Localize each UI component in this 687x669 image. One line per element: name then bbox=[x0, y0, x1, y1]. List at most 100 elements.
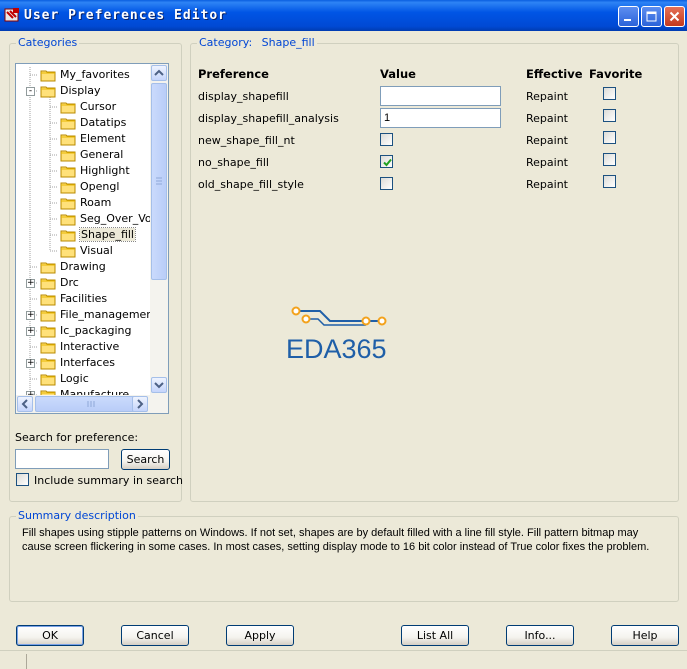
folder-icon bbox=[40, 262, 56, 274]
list-all-button[interactable]: List All bbox=[401, 625, 469, 646]
summary-legend: Summary description bbox=[16, 509, 138, 522]
folder-icon bbox=[40, 358, 56, 370]
favorite-checkbox[interactable] bbox=[603, 109, 616, 122]
tree-item-label: Datatips bbox=[80, 116, 127, 129]
category-legend-prefix: Category: bbox=[199, 36, 253, 49]
preference-value-checkbox[interactable] bbox=[380, 177, 393, 190]
preference-value-checkbox[interactable] bbox=[380, 133, 393, 146]
ok-button[interactable]: OK bbox=[16, 625, 84, 646]
scroll-up-button[interactable] bbox=[151, 65, 167, 81]
search-button[interactable]: Search bbox=[121, 449, 170, 470]
tree-item-roam[interactable]: Roam bbox=[16, 195, 150, 211]
tree-item-my-favorites[interactable]: My_favorites bbox=[16, 67, 150, 83]
category-tree-items: My_favorites - Display Cursor Datatips Elemen… bbox=[16, 64, 150, 395]
tree-item-label: Opengl bbox=[80, 180, 120, 193]
help-button[interactable]: Help bbox=[611, 625, 679, 646]
scroll-right-button[interactable] bbox=[132, 396, 148, 412]
favorite-checkbox[interactable] bbox=[603, 175, 616, 188]
preference-value-input[interactable] bbox=[380, 86, 501, 106]
favorite-checkbox[interactable] bbox=[603, 153, 616, 166]
tree-item-interactive[interactable]: Interactive bbox=[16, 339, 150, 355]
tree-item-cursor[interactable]: Cursor bbox=[16, 99, 150, 115]
scroll-left-button[interactable] bbox=[17, 396, 33, 412]
grip-icon bbox=[87, 401, 95, 407]
category-legend-name: Shape_fill bbox=[261, 36, 315, 49]
tree-item-shape-fill[interactable]: Shape_fill bbox=[16, 227, 150, 243]
folder-icon bbox=[40, 294, 56, 306]
chevron-up-icon bbox=[154, 69, 164, 76]
tree-item-drawing[interactable]: Drawing bbox=[16, 259, 150, 275]
folder-icon bbox=[60, 214, 76, 226]
tree-item-label: Logic bbox=[60, 372, 89, 385]
chevron-down-icon bbox=[154, 382, 164, 389]
expand-icon[interactable]: + bbox=[26, 327, 35, 336]
tree-item-label: Display bbox=[60, 84, 101, 97]
tree-item-datatips[interactable]: Datatips bbox=[16, 115, 150, 131]
header-effective: Effective bbox=[526, 67, 583, 81]
favorite-checkbox[interactable] bbox=[603, 87, 616, 100]
minimize-icon bbox=[624, 19, 631, 21]
h-scroll-thumb[interactable] bbox=[35, 396, 147, 412]
tree-item-highlight[interactable]: Highlight bbox=[16, 163, 150, 179]
maximize-button[interactable] bbox=[641, 6, 662, 27]
tree-item-element[interactable]: Element bbox=[16, 131, 150, 147]
tree-item-file-management[interactable]: + File_management bbox=[16, 307, 150, 323]
expand-icon[interactable]: + bbox=[26, 359, 35, 368]
scroll-down-button[interactable] bbox=[151, 377, 167, 393]
apply-button[interactable]: Apply bbox=[226, 625, 294, 646]
preference-effective: Repaint bbox=[526, 156, 568, 169]
tree-item-label: Drawing bbox=[60, 260, 106, 273]
close-icon bbox=[669, 11, 680, 22]
tree-item-label: Facilities bbox=[60, 292, 108, 305]
expand-icon[interactable]: + bbox=[26, 311, 35, 320]
tree-item-logic[interactable]: Logic bbox=[16, 371, 150, 387]
preference-value-checkbox[interactable] bbox=[380, 155, 393, 168]
tree-item-label: Shape_fill bbox=[79, 227, 136, 242]
include-summary-checkbox[interactable] bbox=[16, 473, 29, 486]
folder-icon bbox=[40, 374, 56, 386]
tree-item-general[interactable]: General bbox=[16, 147, 150, 163]
tree-item-label: Interfaces bbox=[60, 356, 115, 369]
expand-icon[interactable]: + bbox=[26, 279, 35, 288]
tree-item-interfaces[interactable]: + Interfaces bbox=[16, 355, 150, 371]
tree-item-drc[interactable]: + Drc bbox=[16, 275, 150, 291]
preference-effective: Repaint bbox=[526, 134, 568, 147]
cancel-button[interactable]: Cancel bbox=[121, 625, 189, 646]
search-label: Search for preference: bbox=[15, 431, 139, 444]
tree-vertical-scrollbar[interactable] bbox=[150, 64, 168, 395]
tree-item-display[interactable]: - Display bbox=[16, 83, 150, 99]
folder-icon bbox=[60, 102, 76, 114]
preference-value-input[interactable] bbox=[380, 108, 501, 128]
minimize-button[interactable] bbox=[618, 6, 639, 27]
close-button[interactable] bbox=[664, 6, 685, 27]
folder-icon bbox=[60, 166, 76, 178]
title-bar[interactable]: User Preferences Editor bbox=[0, 0, 687, 31]
preference-name: new_shape_fill_nt bbox=[198, 134, 295, 147]
folder-icon bbox=[40, 70, 56, 82]
eda365-logo: EDA365 bbox=[286, 305, 406, 365]
folder-icon bbox=[60, 230, 76, 242]
info-button[interactable]: Info... bbox=[506, 625, 574, 646]
folder-icon bbox=[60, 150, 76, 162]
tree-item-manufacture[interactable]: + Manufacture bbox=[16, 387, 150, 395]
folder-icon bbox=[60, 246, 76, 258]
tree-item-label: Cursor bbox=[80, 100, 117, 113]
tree-horizontal-scrollbar[interactable] bbox=[16, 395, 168, 413]
tree-item-visual[interactable]: Visual bbox=[16, 243, 150, 259]
category-tree[interactable]: My_favorites - Display Cursor Datatips Elemen… bbox=[15, 63, 169, 414]
search-input[interactable] bbox=[15, 449, 109, 469]
folder-icon bbox=[60, 134, 76, 146]
tree-item-seg-over-voi[interactable]: Seg_Over_Voi bbox=[16, 211, 150, 227]
app-icon bbox=[4, 8, 19, 22]
collapse-icon[interactable]: - bbox=[26, 87, 35, 96]
tree-item-label: Ic_packaging bbox=[60, 324, 132, 337]
favorite-checkbox[interactable] bbox=[603, 131, 616, 144]
tree-item-label: General bbox=[80, 148, 124, 161]
tree-item-ic-packaging[interactable]: + Ic_packaging bbox=[16, 323, 150, 339]
folder-icon bbox=[40, 342, 56, 354]
tree-item-facilities[interactable]: Facilities bbox=[16, 291, 150, 307]
folder-icon bbox=[40, 390, 56, 395]
scroll-thumb[interactable] bbox=[151, 83, 167, 280]
maximize-icon bbox=[646, 11, 657, 22]
tree-item-opengl[interactable]: Opengl bbox=[16, 179, 150, 195]
